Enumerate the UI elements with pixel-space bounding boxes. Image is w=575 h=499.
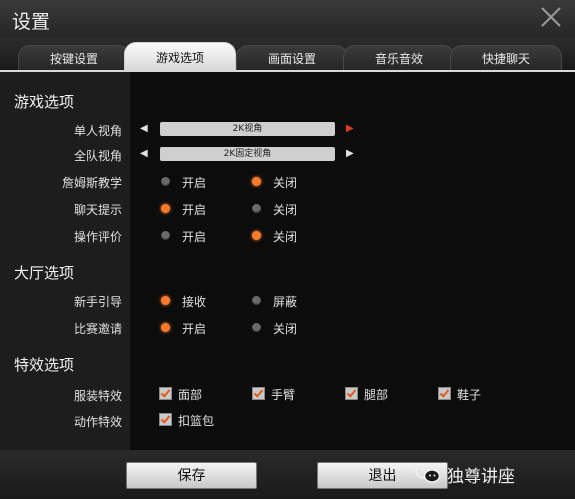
single-view-prev-icon[interactable]: ◀ (140, 123, 148, 134)
james-tutorial-on-radio[interactable] (161, 177, 170, 186)
match-invite-label: 比赛邀请 (73, 322, 122, 336)
action-dunk-checkbox[interactable] (159, 413, 172, 426)
close-icon[interactable] (539, 5, 563, 29)
op-rating-on-label: 开启 (182, 230, 207, 244)
tab-key-settings[interactable]: 按键设置 (18, 45, 130, 70)
window-title: 设置 (12, 11, 51, 33)
team-view-prev-icon[interactable]: ◀ (140, 148, 148, 159)
outfit-face-label: 面部 (178, 388, 203, 402)
match-invite-on-radio[interactable] (161, 323, 170, 332)
op-rating-off-radio[interactable] (252, 231, 261, 240)
watermark-text: 独尊讲座 (447, 467, 515, 487)
chat-tips-off-radio[interactable] (252, 204, 261, 213)
outfit-leg-checkbox[interactable] (345, 387, 358, 400)
match-invite-off-radio[interactable] (252, 323, 261, 332)
tab-music-sound[interactable]: 音乐音效 (343, 45, 455, 70)
op-rating-label: 操作评价 (73, 230, 122, 244)
section-game-options: 游戏选项 (14, 93, 75, 111)
single-view-label: 单人视角 (73, 124, 122, 138)
action-fx-label: 动作特效 (73, 415, 122, 429)
match-invite-off-label: 关闭 (273, 322, 298, 336)
op-rating-on-radio[interactable] (161, 231, 170, 240)
tab-quick-chat[interactable]: 快捷聊天 (450, 45, 562, 70)
single-view-next-icon[interactable]: ▶ (346, 123, 354, 134)
chat-tips-off-label: 关闭 (273, 203, 298, 217)
single-view-selector[interactable]: 2K视角 (160, 122, 335, 136)
save-button[interactable]: 保存 (126, 462, 257, 489)
outfit-arm-label: 手臂 (271, 388, 296, 402)
outfit-shoe-label: 鞋子 (457, 388, 482, 402)
james-tutorial-on-label: 开启 (182, 176, 207, 190)
section-effects-options: 特效选项 (14, 356, 75, 374)
newbie-guide-accept-label: 接收 (182, 295, 207, 309)
tab-game-options[interactable]: 游戏选项 (124, 42, 236, 72)
newbie-guide-block-radio[interactable] (252, 296, 261, 305)
match-invite-on-label: 开启 (182, 322, 207, 336)
outfit-fx-label: 服装特效 (73, 389, 122, 403)
james-tutorial-label: 詹姆斯教学 (61, 176, 122, 190)
james-tutorial-off-label: 关闭 (273, 176, 298, 190)
chat-tips-label: 聊天提示 (73, 203, 122, 217)
team-view-label: 全队视角 (73, 149, 122, 163)
team-view-selector[interactable]: 2K固定视角 (160, 147, 335, 161)
outfit-arm-checkbox[interactable] (252, 387, 265, 400)
outfit-face-checkbox[interactable] (159, 387, 172, 400)
section-lobby-options: 大厅选项 (14, 264, 75, 282)
tab-bar: 按键设置 游戏选项 画面设置 音乐音效 快捷聊天 (0, 38, 575, 72)
team-view-next-icon[interactable]: ▶ (346, 148, 354, 159)
action-dunk-label: 扣篮包 (178, 414, 215, 428)
james-tutorial-off-radio[interactable] (252, 177, 261, 186)
wechat-icon (415, 463, 441, 483)
outfit-leg-label: 腿部 (364, 388, 389, 402)
newbie-guide-accept-radio[interactable] (161, 296, 170, 305)
newbie-guide-label: 新手引导 (73, 295, 122, 309)
outfit-shoe-checkbox[interactable] (438, 387, 451, 400)
chat-tips-on-radio[interactable] (161, 204, 170, 213)
tab-graphics-settings[interactable]: 画面设置 (236, 45, 348, 70)
newbie-guide-block-label: 屏蔽 (273, 295, 298, 309)
chat-tips-on-label: 开启 (182, 203, 207, 217)
op-rating-off-label: 关闭 (273, 230, 298, 244)
title-bar: 设置 (0, 0, 575, 39)
